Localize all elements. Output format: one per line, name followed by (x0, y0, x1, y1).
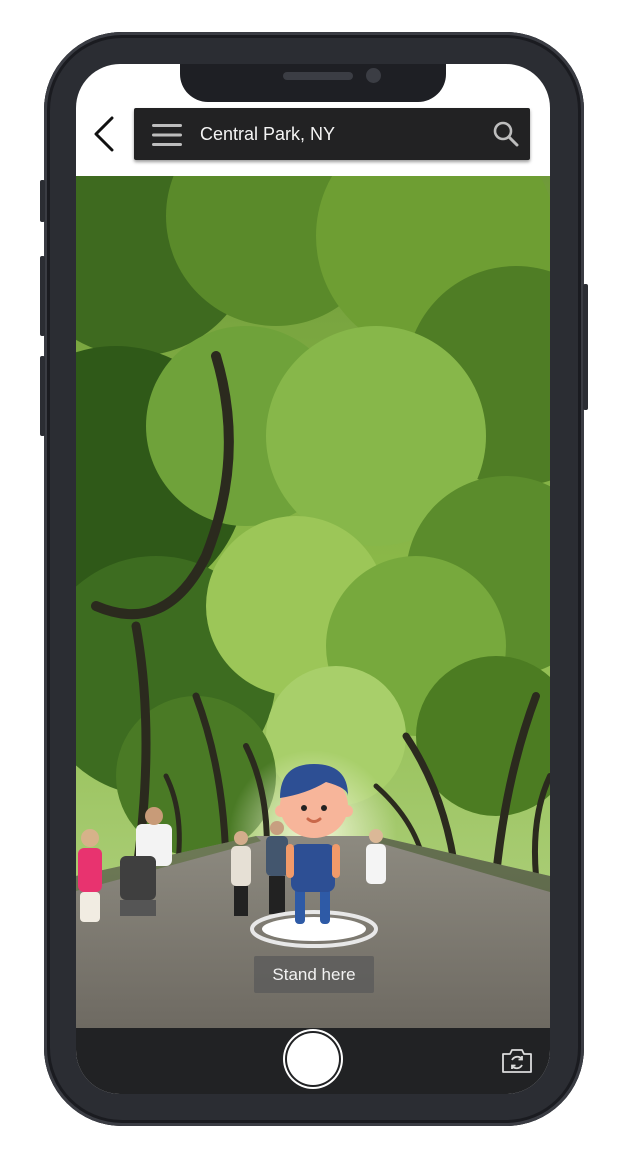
camera-flip-button[interactable] (500, 1048, 534, 1074)
side-button-silent (40, 180, 45, 222)
camera-view (76, 176, 550, 1028)
phone-screen: Stand here Central Park, NY (76, 64, 550, 1094)
menu-button[interactable] (151, 121, 183, 149)
park-scene (76, 176, 550, 1028)
camera-controls-bar (76, 1028, 550, 1094)
side-button-volume-up (40, 256, 45, 336)
stand-here-label: Stand here (254, 956, 374, 993)
earpiece-speaker (283, 72, 353, 80)
shutter-button[interactable] (287, 1033, 339, 1085)
back-button[interactable] (88, 112, 124, 156)
ar-marker-disc (262, 917, 366, 941)
side-button-volume-down (40, 356, 45, 436)
side-button-power (583, 284, 588, 410)
camera-flip-icon (502, 1049, 532, 1073)
hamburger-menu-icon (152, 124, 182, 146)
chevron-left-icon (94, 116, 114, 152)
search-icon (493, 121, 519, 147)
notch (180, 64, 446, 102)
front-camera (366, 68, 381, 83)
search-button[interactable] (492, 120, 520, 148)
location-search-bar[interactable]: Central Park, NY (134, 108, 530, 160)
location-text[interactable]: Central Park, NY (200, 108, 335, 160)
